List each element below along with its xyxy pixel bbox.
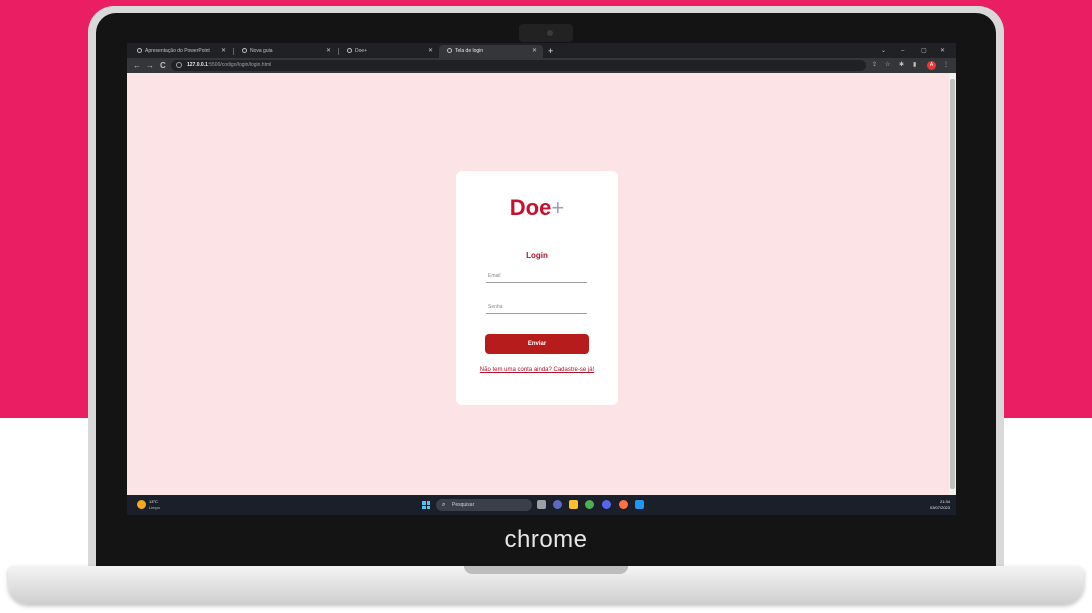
tab-label: Nova guia	[250, 48, 273, 54]
chrome-icon	[242, 48, 247, 54]
taskbar-search[interactable]: ⌕ Pesquisar	[436, 499, 532, 511]
bookmark-star-icon[interactable]: ☆	[885, 61, 890, 70]
close-icon[interactable]: ✕	[221, 45, 226, 58]
tab-doe[interactable]: Doe+ ✕	[339, 45, 439, 58]
doe-logo: Doe+	[456, 195, 618, 221]
extensions-icon[interactable]: ✱	[899, 61, 904, 70]
browser-toolbar: ← → C 127.0.0.1:5500/codigo/login/login.…	[127, 58, 956, 73]
close-icon[interactable]: ✕	[532, 45, 537, 58]
profile-avatar[interactable]: A	[927, 61, 936, 70]
url-path: :5500/codigo/login/login.html	[207, 62, 272, 68]
login-card: Doe+ Login Enviar Não tem uma conta aind…	[456, 171, 618, 405]
reload-button[interactable]: C	[160, 58, 166, 73]
tab-strip: Apresentação do PowerPoint ✕ Nova guia ✕ D…	[127, 43, 956, 58]
url-text: 127.0.0.1:5500/codigo/login/login.html	[187, 60, 271, 71]
tab-label: Apresentação do PowerPoint	[145, 48, 210, 54]
search-icon: ⌕	[442, 502, 446, 508]
laptop-base-notch	[464, 566, 628, 574]
task-view-icon[interactable]	[537, 500, 546, 509]
info-icon[interactable]	[176, 62, 182, 68]
chrome-canary-icon[interactable]	[619, 500, 628, 509]
menu-icon[interactable]: ⋮	[943, 61, 949, 70]
globe-icon	[347, 48, 352, 54]
tab-search-icon[interactable]: ⌄	[881, 45, 886, 57]
discord-icon[interactable]	[602, 500, 611, 509]
side-panel-icon[interactable]: ▮	[913, 61, 916, 70]
laptop-screen: Apresentação do PowerPoint ✕ Nova guia ✕ D…	[127, 43, 956, 515]
scrollbar[interactable]	[949, 73, 956, 495]
logo-plus: +	[551, 195, 565, 220]
close-icon[interactable]: ✕	[428, 45, 433, 58]
forward-button[interactable]: →	[146, 58, 154, 73]
restore-button[interactable]: ▢	[921, 45, 927, 57]
taskbar-clock[interactable]: 21:34 03/07/2023	[930, 499, 950, 511]
close-icon[interactable]: ✕	[326, 45, 331, 58]
clock-date: 03/07/2023	[929, 505, 950, 510]
tab-nova-guia[interactable]: Nova guia ✕	[234, 45, 337, 58]
webcam-lens	[547, 30, 553, 36]
signup-link[interactable]: Não tem uma conta ainda? Cadastre-se já!	[456, 367, 618, 373]
tab-label: Doe+	[355, 48, 368, 54]
globe-icon	[137, 48, 142, 54]
new-tab-button[interactable]: +	[548, 45, 553, 57]
login-heading: Login	[526, 251, 548, 260]
weather-icon[interactable]	[137, 500, 146, 509]
chat-icon[interactable]	[553, 500, 562, 509]
vscode-icon[interactable]	[635, 500, 644, 509]
tab-label: Tela de login	[455, 48, 484, 54]
tab-powerpoint[interactable]: Apresentação do PowerPoint ✕	[129, 45, 232, 58]
back-button[interactable]: ←	[133, 58, 141, 73]
url-host: 127.0.0.1	[187, 62, 208, 68]
file-explorer-icon[interactable]	[569, 500, 578, 509]
close-window-button[interactable]: ✕	[940, 45, 945, 57]
email-field[interactable]	[486, 269, 587, 283]
address-bar[interactable]: 127.0.0.1:5500/codigo/login/login.html	[171, 60, 866, 71]
taskbar-search-placeholder: Pesquisar	[452, 502, 475, 508]
scrollbar-thumb[interactable]	[950, 79, 955, 489]
logo-text: Doe	[509, 195, 552, 220]
weather-description: Limpo	[149, 505, 160, 510]
windows-taskbar: 13°C Limpo ⌕ Pesquisar 21:34 03/07/2023	[127, 495, 956, 515]
webcam	[519, 24, 573, 42]
submit-button[interactable]: Enviar	[485, 334, 589, 354]
weather-temperature: 13°C	[149, 499, 158, 504]
minimize-button[interactable]: –	[901, 45, 904, 57]
share-icon[interactable]: ⇪	[872, 61, 877, 70]
password-field[interactable]	[486, 300, 587, 314]
chrome-wordmark: chrome	[504, 526, 588, 553]
tab-tela-de-login[interactable]: Tela de login ✕	[439, 45, 543, 58]
chrome-icon[interactable]	[585, 500, 594, 509]
page-viewport: Doe+ Login Enviar Não tem uma conta aind…	[127, 73, 956, 495]
windows-start-icon[interactable]	[422, 501, 430, 509]
globe-icon	[447, 48, 452, 54]
